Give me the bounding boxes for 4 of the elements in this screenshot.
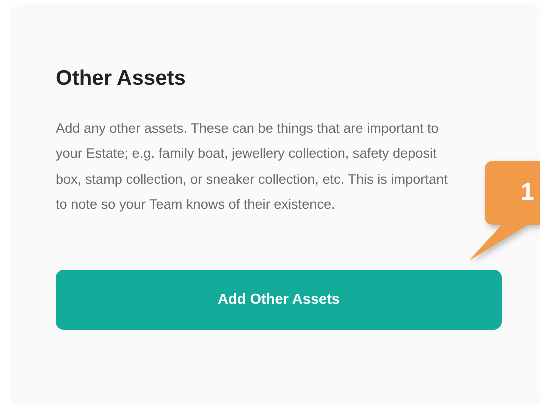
section-title: Other Assets (56, 66, 187, 92)
add-assets-button[interactable]: Add Other Assets (56, 270, 502, 330)
step-callout: 1 (466, 161, 540, 263)
description-text: Add any other assets. These can be things that are important to your Estate; e.g. family boat, jewellery collection, safety deposit box, stamp collection, or sneaker collection, etc. This is important to note so your Team knows of their existence. (56, 120, 449, 214)
